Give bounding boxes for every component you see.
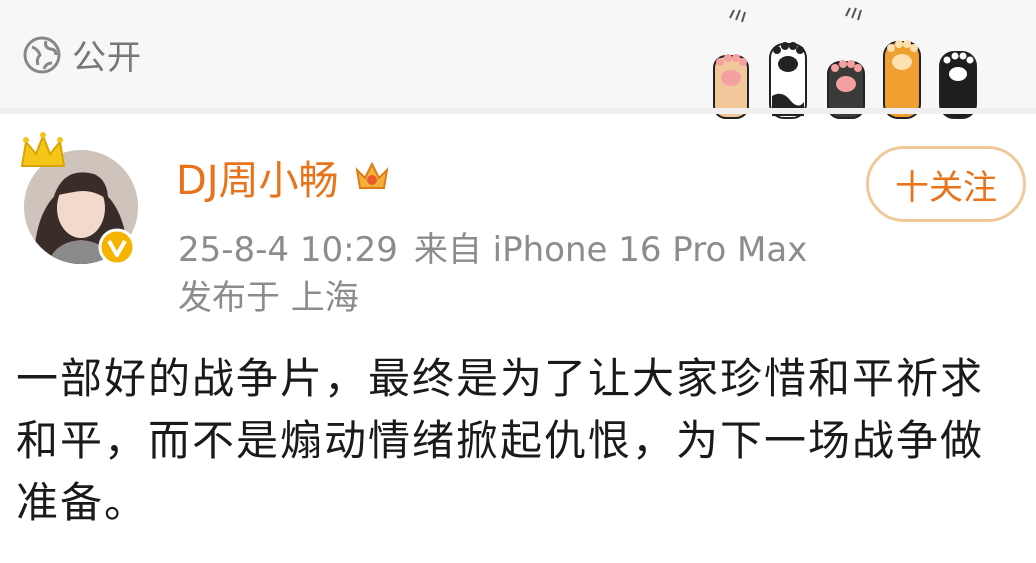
post-timestamp: 25-8-4 10:29 xyxy=(178,230,398,270)
crown-icon xyxy=(20,132,66,167)
privacy-bar: 公开 xyxy=(0,0,1036,119)
follow-button[interactable]: 十关注 xyxy=(866,146,1026,222)
post-source: 来自 iPhone 16 Pro Max xyxy=(413,230,808,270)
verified-v-icon xyxy=(98,228,136,266)
vip-crown-badge-icon xyxy=(355,161,389,189)
author-name[interactable]: DJ周小畅 xyxy=(176,148,339,206)
section-divider xyxy=(0,108,1036,114)
post-body-text: 一部好的战争片，最终是为了让大家珍惜和平祈求和平，而不是煽动情绪掀起仇恨，为下一… xyxy=(16,354,985,527)
globe-icon xyxy=(23,36,61,73)
post-meta: 25-8-4 10:29 来自 iPhone 16 Pro Max xyxy=(178,222,823,271)
post-location: 发布于 上海 xyxy=(178,278,359,318)
privacy-label: 公开 xyxy=(72,38,142,78)
cat-paws-icon xyxy=(713,7,977,119)
author-name-row[interactable]: DJ周小畅 xyxy=(176,148,393,206)
weibo-post-screen: 公开 DJ周小畅 25-8-4 10:29 来自 iPhone 16 Pro M… xyxy=(0,0,1036,563)
privacy-indicator[interactable]: 公开 xyxy=(22,30,142,79)
